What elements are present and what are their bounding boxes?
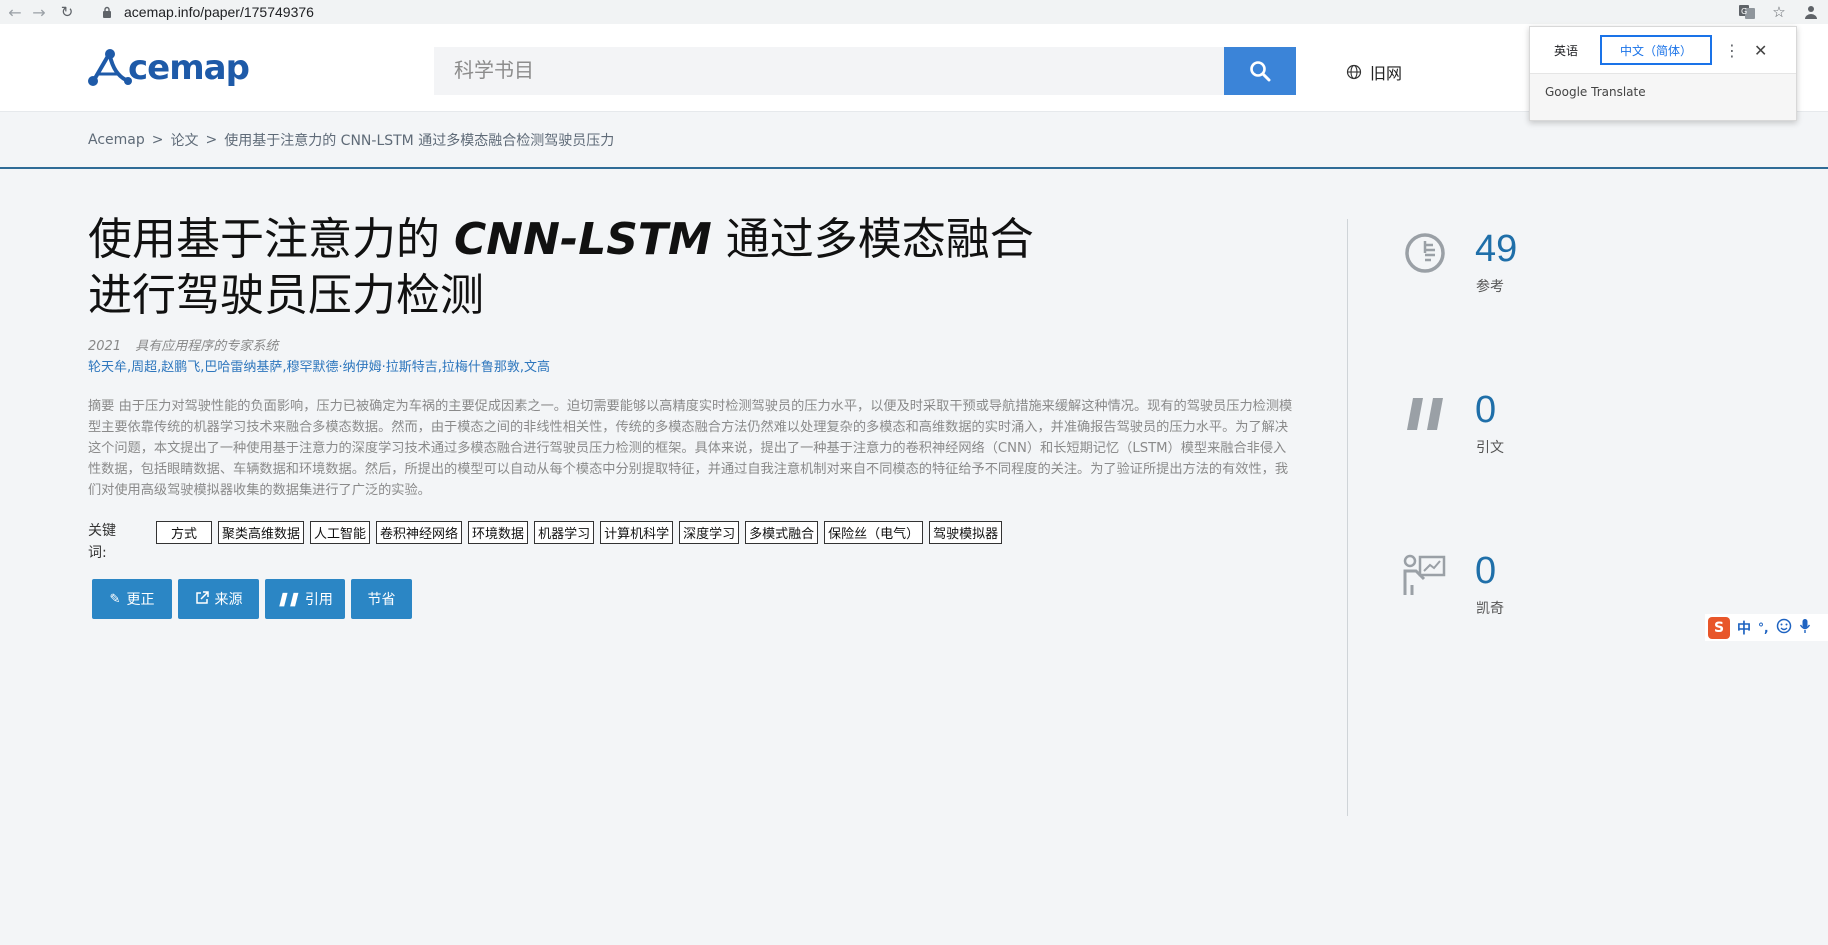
source-label: 来源 xyxy=(214,591,243,607)
keyword-tag[interactable]: 聚类高维数据 xyxy=(218,521,305,544)
microphone-icon[interactable] xyxy=(1799,618,1811,638)
paper-venue[interactable]: 具有应用程序的专家系统 xyxy=(135,339,278,354)
paper-year: 2021 xyxy=(88,339,122,354)
citations-count[interactable]: 0 xyxy=(1475,389,1496,432)
translate-icon[interactable]: G xyxy=(1736,2,1758,22)
back-arrow-icon[interactable]: ← xyxy=(4,3,26,22)
profile-icon[interactable] xyxy=(1800,2,1822,22)
keyword-tag[interactable]: 驾驶模拟器 xyxy=(929,521,1003,544)
breadcrumb-separator: > xyxy=(205,132,218,148)
title-bold: CNN-LSTM xyxy=(454,214,712,265)
address-bar[interactable]: acemap.info/paper/175749376 xyxy=(100,1,1760,23)
breadcrumb-section[interactable]: 论文 xyxy=(170,130,198,150)
old-site-link[interactable]: 旧网 xyxy=(1346,60,1402,84)
correct-button[interactable]: ✎ 更正 xyxy=(92,579,172,619)
keyword-tag[interactable]: 人工智能 xyxy=(310,521,371,544)
keyword-tag[interactable]: 机器学习 xyxy=(534,521,595,544)
external-link-icon xyxy=(195,590,209,608)
ime-toolbar: S 中 °, xyxy=(1705,614,1828,641)
keywords-list: 方式 聚类高维数据 人工智能 卷积神经网络 环境数据 机器学习 计算机科学 深度… xyxy=(156,521,1003,544)
kaiqi-count[interactable]: 0 xyxy=(1475,550,1496,593)
paper-authors[interactable]: 轮天牟,周超,赵鹏飞,巴哈雷纳基萨,穆罕默德·纳伊姆·拉斯特吉,拉梅什鲁那敦,文… xyxy=(88,356,550,375)
browser-toolbar: ← → ↻ acemap.info/paper/175749376 G ☆ xyxy=(0,0,1828,24)
action-buttons: ✎ 更正 来源 ❚❚ 引用 节省 xyxy=(92,579,412,619)
search-icon xyxy=(1250,61,1271,82)
save-button[interactable]: 节省 xyxy=(351,579,412,619)
emoji-icon[interactable] xyxy=(1776,618,1792,638)
forward-arrow-icon[interactable]: → xyxy=(28,3,50,22)
search-bar xyxy=(434,47,1296,95)
presenter-chart-icon xyxy=(1400,550,1450,600)
keyword-tag[interactable]: 深度学习 xyxy=(679,521,740,544)
breadcrumb-home[interactable]: Acemap xyxy=(88,132,145,148)
header-divider xyxy=(0,167,1828,169)
keyword-tag[interactable]: 环境数据 xyxy=(468,521,529,544)
keyword-tag[interactable]: 计算机科学 xyxy=(600,521,674,544)
keyword-tag[interactable]: 保险丝（电气） xyxy=(824,521,924,544)
translate-brand: Google Translate xyxy=(1545,85,1646,99)
search-input[interactable] xyxy=(434,47,1224,95)
breadcrumb-current: 使用基于注意力的 CNN-LSTM 通过多模态融合检测驾驶员压力 xyxy=(224,133,615,149)
translate-source-lang-tab[interactable]: 英语 xyxy=(1540,35,1592,65)
sidebar-divider xyxy=(1347,219,1348,816)
correct-label: 更正 xyxy=(126,591,155,607)
ime-mode[interactable]: 中 xyxy=(1737,618,1751,638)
keyword-tag[interactable]: 方式 xyxy=(156,521,212,544)
url-text: acemap.info/paper/175749376 xyxy=(124,4,314,20)
save-label: 节省 xyxy=(367,591,396,607)
svg-text:G: G xyxy=(1741,7,1747,16)
source-button[interactable]: 来源 xyxy=(178,579,259,619)
close-icon[interactable]: ✕ xyxy=(1754,41,1767,60)
references-icon xyxy=(1400,228,1450,278)
keyword-tag[interactable]: 多模式融合 xyxy=(745,521,819,544)
cite-button[interactable]: ❚❚ 引用 xyxy=(265,579,345,619)
breadcrumb: Acemap > 论文 > 使用基于注意力的 CNN-LSTM 通过多模态融合检… xyxy=(88,130,614,150)
keywords-label: 关键词: xyxy=(88,523,116,561)
pencil-icon: ✎ xyxy=(109,591,121,606)
quote-mark-icon xyxy=(1400,389,1450,439)
more-options-icon[interactable]: ⋮ xyxy=(1724,41,1740,60)
paper-abstract: 摘要 由于压力对驾驶性能的负面影响，压力已被确定为车祸的主要促成因素之一。迫切需… xyxy=(88,399,1293,498)
globe-icon xyxy=(1346,64,1362,80)
ime-punctuation[interactable]: °, xyxy=(1758,621,1769,635)
keyword-tag[interactable]: 卷积神经网络 xyxy=(376,521,463,544)
cite-label: 引用 xyxy=(304,591,333,607)
quote-icon: ❚❚ xyxy=(277,591,299,606)
logo-text: cemap xyxy=(128,48,250,88)
translate-target-lang-tab[interactable]: 中文（简体） xyxy=(1600,35,1713,65)
paper-meta: 2021 具有应用程序的专家系统 xyxy=(88,335,278,354)
citations-label: 引文 xyxy=(1476,440,1504,456)
search-button[interactable] xyxy=(1224,47,1296,95)
lock-icon xyxy=(100,5,114,19)
kaiqi-label: 凯奇 xyxy=(1476,601,1504,617)
bookmark-star-icon[interactable]: ☆ xyxy=(1768,2,1790,22)
logo-mark-icon xyxy=(88,49,132,86)
references-count[interactable]: 49 xyxy=(1475,228,1517,271)
old-site-label: 旧网 xyxy=(1370,64,1403,83)
title-part-1: 使用基于注意力的 xyxy=(88,214,454,265)
references-label: 参考 xyxy=(1476,279,1504,295)
page-title: 使用基于注意力的 CNN-LSTM 通过多模态融合进行驾驶员压力检测 xyxy=(88,212,1048,324)
breadcrumb-separator: > xyxy=(151,132,164,148)
translate-popup: 英语 中文（简体） ⋮ ✕ Google Translate xyxy=(1529,26,1797,121)
sogou-logo-icon[interactable]: S xyxy=(1708,616,1730,639)
acemap-logo[interactable]: cemap xyxy=(88,46,250,90)
reload-icon[interactable]: ↻ xyxy=(56,3,78,21)
